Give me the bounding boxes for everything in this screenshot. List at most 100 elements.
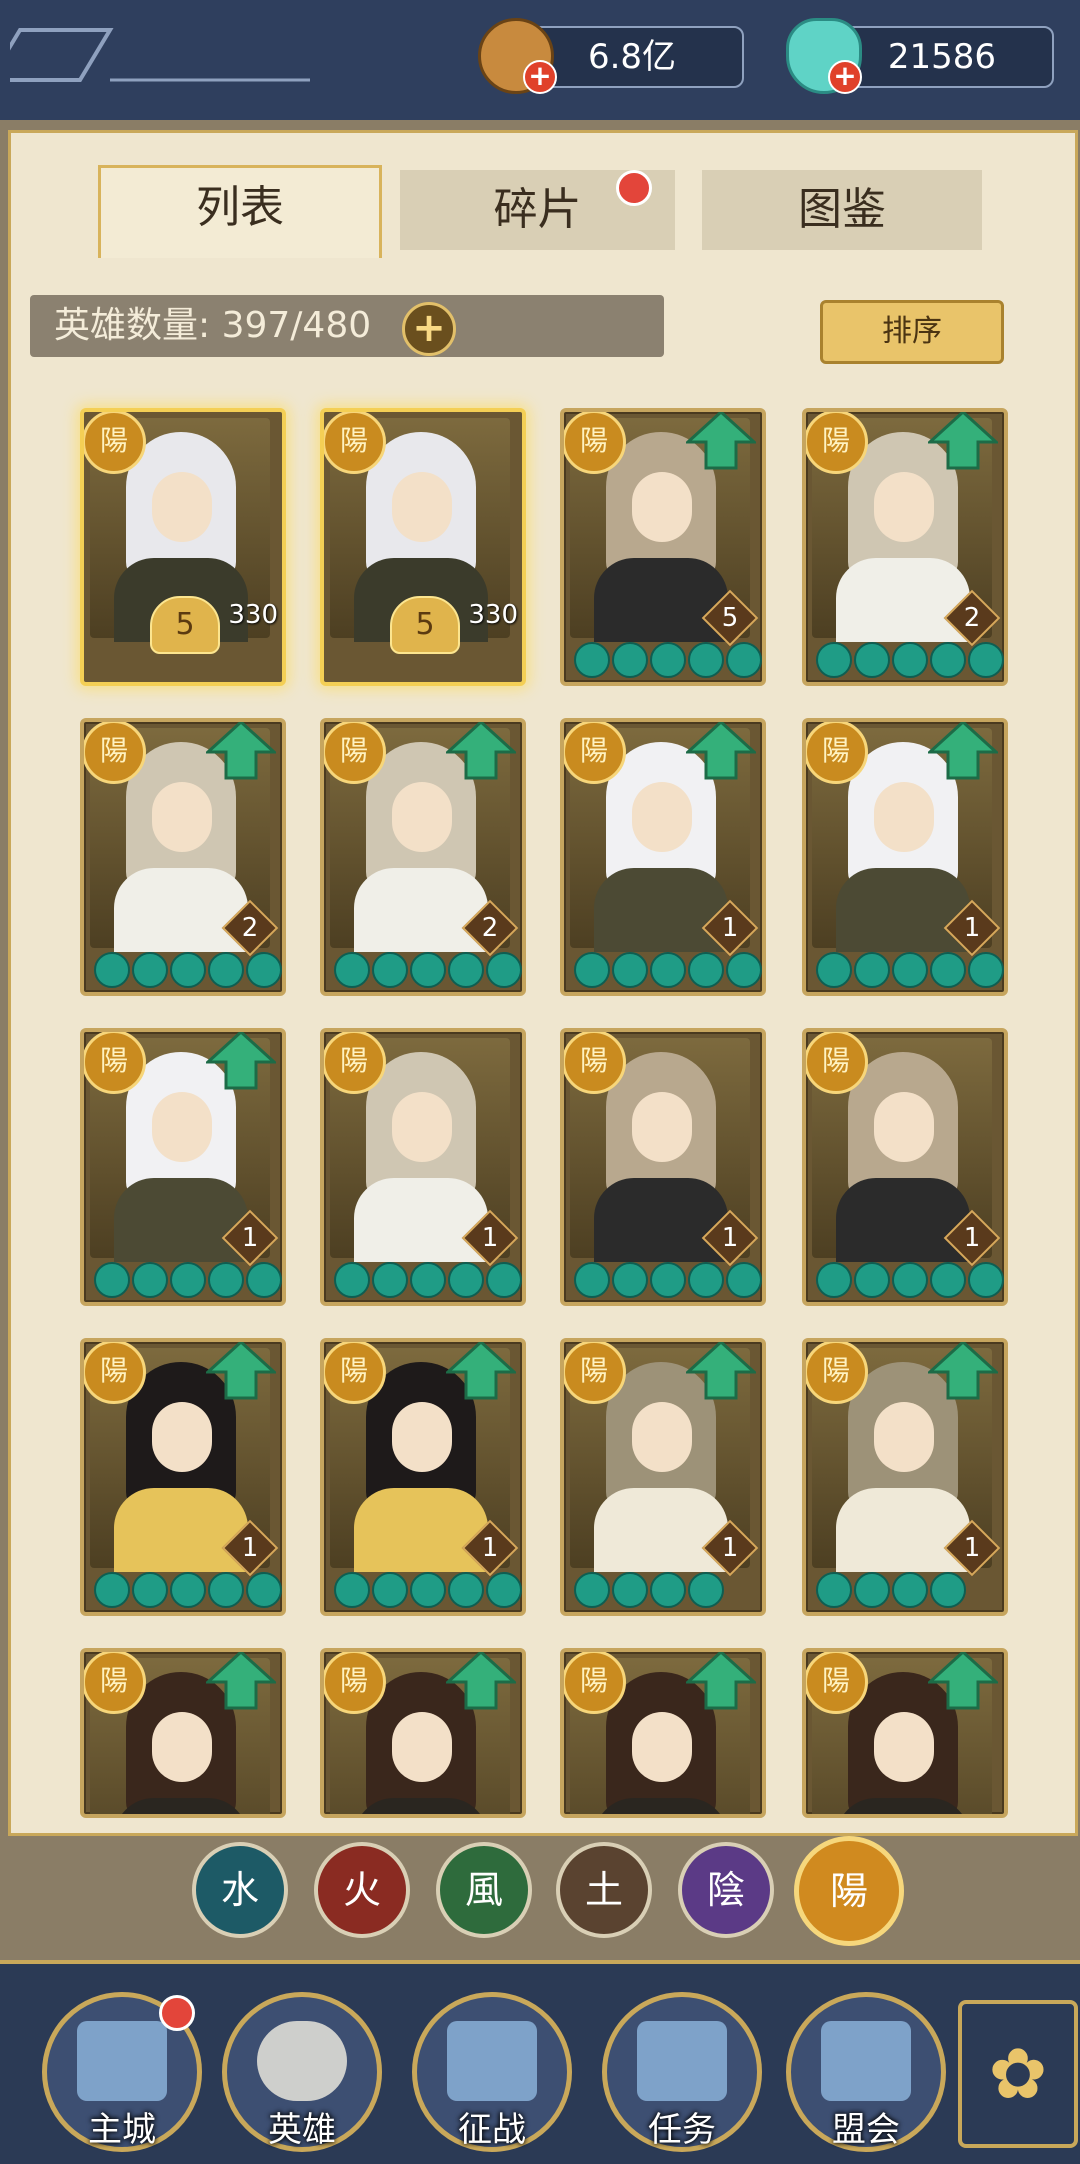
jade-star-icon xyxy=(930,1262,966,1298)
hero-card[interactable]: 陽1 xyxy=(80,1338,286,1616)
jade-star-icon xyxy=(486,1572,522,1608)
hero-power: 330 xyxy=(228,600,278,630)
jade-star-icon xyxy=(246,952,282,988)
expand-hero-slots-button[interactable]: + xyxy=(402,302,456,356)
element-filter-5[interactable]: 陽 xyxy=(794,1836,904,1946)
add-gold-button[interactable]: + xyxy=(523,60,557,94)
hero-card[interactable]: 陽 5 330 xyxy=(80,408,286,686)
hero-card[interactable]: 陽1 xyxy=(560,1028,766,1306)
element-filter-0[interactable]: 水 xyxy=(192,1842,288,1938)
hero-card[interactable]: 陽 xyxy=(320,1648,526,1818)
element-filter-3[interactable]: 土 xyxy=(556,1842,652,1938)
jade-star-icon xyxy=(930,952,966,988)
hero-card[interactable]: 陽2 xyxy=(80,718,286,996)
element-filter-2[interactable]: 風 xyxy=(436,1842,532,1938)
jade-star-icon xyxy=(372,1572,408,1608)
nav-4[interactable]: 盟会 xyxy=(786,1992,946,2152)
jade-star-icon xyxy=(726,642,762,678)
hero-face xyxy=(392,472,452,542)
star-level-badge: 5 xyxy=(150,596,220,654)
jade-star-icon xyxy=(94,952,130,988)
hero-card[interactable]: 陽2 xyxy=(802,408,1008,686)
jade-star-icon xyxy=(892,1572,928,1608)
hero-face xyxy=(874,1092,934,1162)
jade-star-icon xyxy=(132,952,168,988)
jade-star-icon xyxy=(968,952,1004,988)
jade-star-icon xyxy=(372,1262,408,1298)
hero-card[interactable]: 陽1 xyxy=(802,718,1008,996)
nav-1[interactable]: 英雄 xyxy=(222,1992,382,2152)
hero-card[interactable]: 陽1 xyxy=(802,1028,1008,1306)
jade-star-icon xyxy=(208,1262,244,1298)
hero-body xyxy=(836,868,970,952)
faction-yang-icon: 陽 xyxy=(84,1032,146,1094)
upgrade-arrow-icon xyxy=(206,1342,276,1400)
element-filter-4[interactable]: 陰 xyxy=(678,1842,774,1938)
jade-star-icon xyxy=(816,952,852,988)
jade-star-icon xyxy=(94,1572,130,1608)
jade-star-icon xyxy=(246,1572,282,1608)
jade-star-icon xyxy=(726,952,762,988)
jade-star-icon xyxy=(410,952,446,988)
hero-card[interactable]: 陽2 xyxy=(320,718,526,996)
hero-card[interactable]: 陽1 xyxy=(802,1338,1008,1616)
jade-star-icon xyxy=(246,1262,282,1298)
hero-card[interactable]: 陽 xyxy=(802,1648,1008,1818)
hero-body xyxy=(594,1488,728,1572)
jade-star-icon xyxy=(612,1572,648,1608)
hero-face xyxy=(152,1712,212,1782)
faction-yang-icon: 陽 xyxy=(564,722,626,784)
hero-face xyxy=(392,782,452,852)
more-menu-button[interactable]: ✿ xyxy=(958,2000,1078,2148)
hero-level-value: 1 xyxy=(241,1223,259,1253)
jade-star-icon xyxy=(448,952,484,988)
jade-star-icon xyxy=(170,1572,206,1608)
add-gem-button[interactable]: + xyxy=(828,60,862,94)
jade-star-icon xyxy=(650,952,686,988)
jade-star-icon xyxy=(574,642,610,678)
jade-star-icon xyxy=(930,1572,966,1608)
hero-body xyxy=(836,1488,970,1572)
nav-3[interactable]: 任务 xyxy=(602,1992,762,2152)
nav-0[interactable]: 主城 xyxy=(42,1992,202,2152)
hero-card[interactable]: 陽1 xyxy=(560,1338,766,1616)
hero-level-value: 1 xyxy=(721,1223,739,1253)
hero-card[interactable]: 陽1 xyxy=(560,718,766,996)
faction-yang-icon: 陽 xyxy=(806,1652,868,1714)
hero-card[interactable]: 陽1 xyxy=(80,1028,286,1306)
sort-button[interactable]: 排序 xyxy=(820,300,1004,364)
upgrade-arrow-icon xyxy=(206,1032,276,1090)
hero-card[interactable]: 陽 5 330 xyxy=(320,408,526,686)
hero-card[interactable]: 陽5 xyxy=(560,408,766,686)
tab-list[interactable]: 列表 xyxy=(98,165,382,258)
upgrade-arrow-icon xyxy=(446,1652,516,1710)
hero-face xyxy=(632,1712,692,1782)
upgrade-arrow-icon xyxy=(206,722,276,780)
star-rating xyxy=(94,952,282,988)
upgrade-arrow-icon xyxy=(686,722,756,780)
star-rating xyxy=(574,1262,762,1298)
jade-star-icon xyxy=(334,952,370,988)
jade-star-icon xyxy=(132,1572,168,1608)
star-level-badge: 5 xyxy=(390,596,460,654)
jade-star-icon xyxy=(688,1262,724,1298)
hero-card[interactable]: 陽 xyxy=(560,1648,766,1818)
jade-star-icon xyxy=(892,642,928,678)
hero-body xyxy=(114,1488,248,1572)
hero-card[interactable]: 陽1 xyxy=(320,1338,526,1616)
jade-star-icon xyxy=(816,1572,852,1608)
hero-face xyxy=(632,1092,692,1162)
faction-yang-icon: 陽 xyxy=(806,1032,868,1094)
hero-level-value: 5 xyxy=(721,603,739,633)
hero-card[interactable]: 陽 xyxy=(80,1648,286,1818)
jade-star-icon xyxy=(612,1262,648,1298)
tab-codex[interactable]: 图鉴 xyxy=(702,170,982,250)
jade-star-icon xyxy=(816,642,852,678)
element-filter-1[interactable]: 火 xyxy=(314,1842,410,1938)
jade-star-icon xyxy=(688,1572,724,1608)
hero-level-value: 1 xyxy=(963,1223,981,1253)
nav-2[interactable]: 征战 xyxy=(412,1992,572,2152)
jade-star-icon xyxy=(892,952,928,988)
hero-card[interactable]: 陽1 xyxy=(320,1028,526,1306)
faction-yang-icon: 陽 xyxy=(806,412,868,474)
